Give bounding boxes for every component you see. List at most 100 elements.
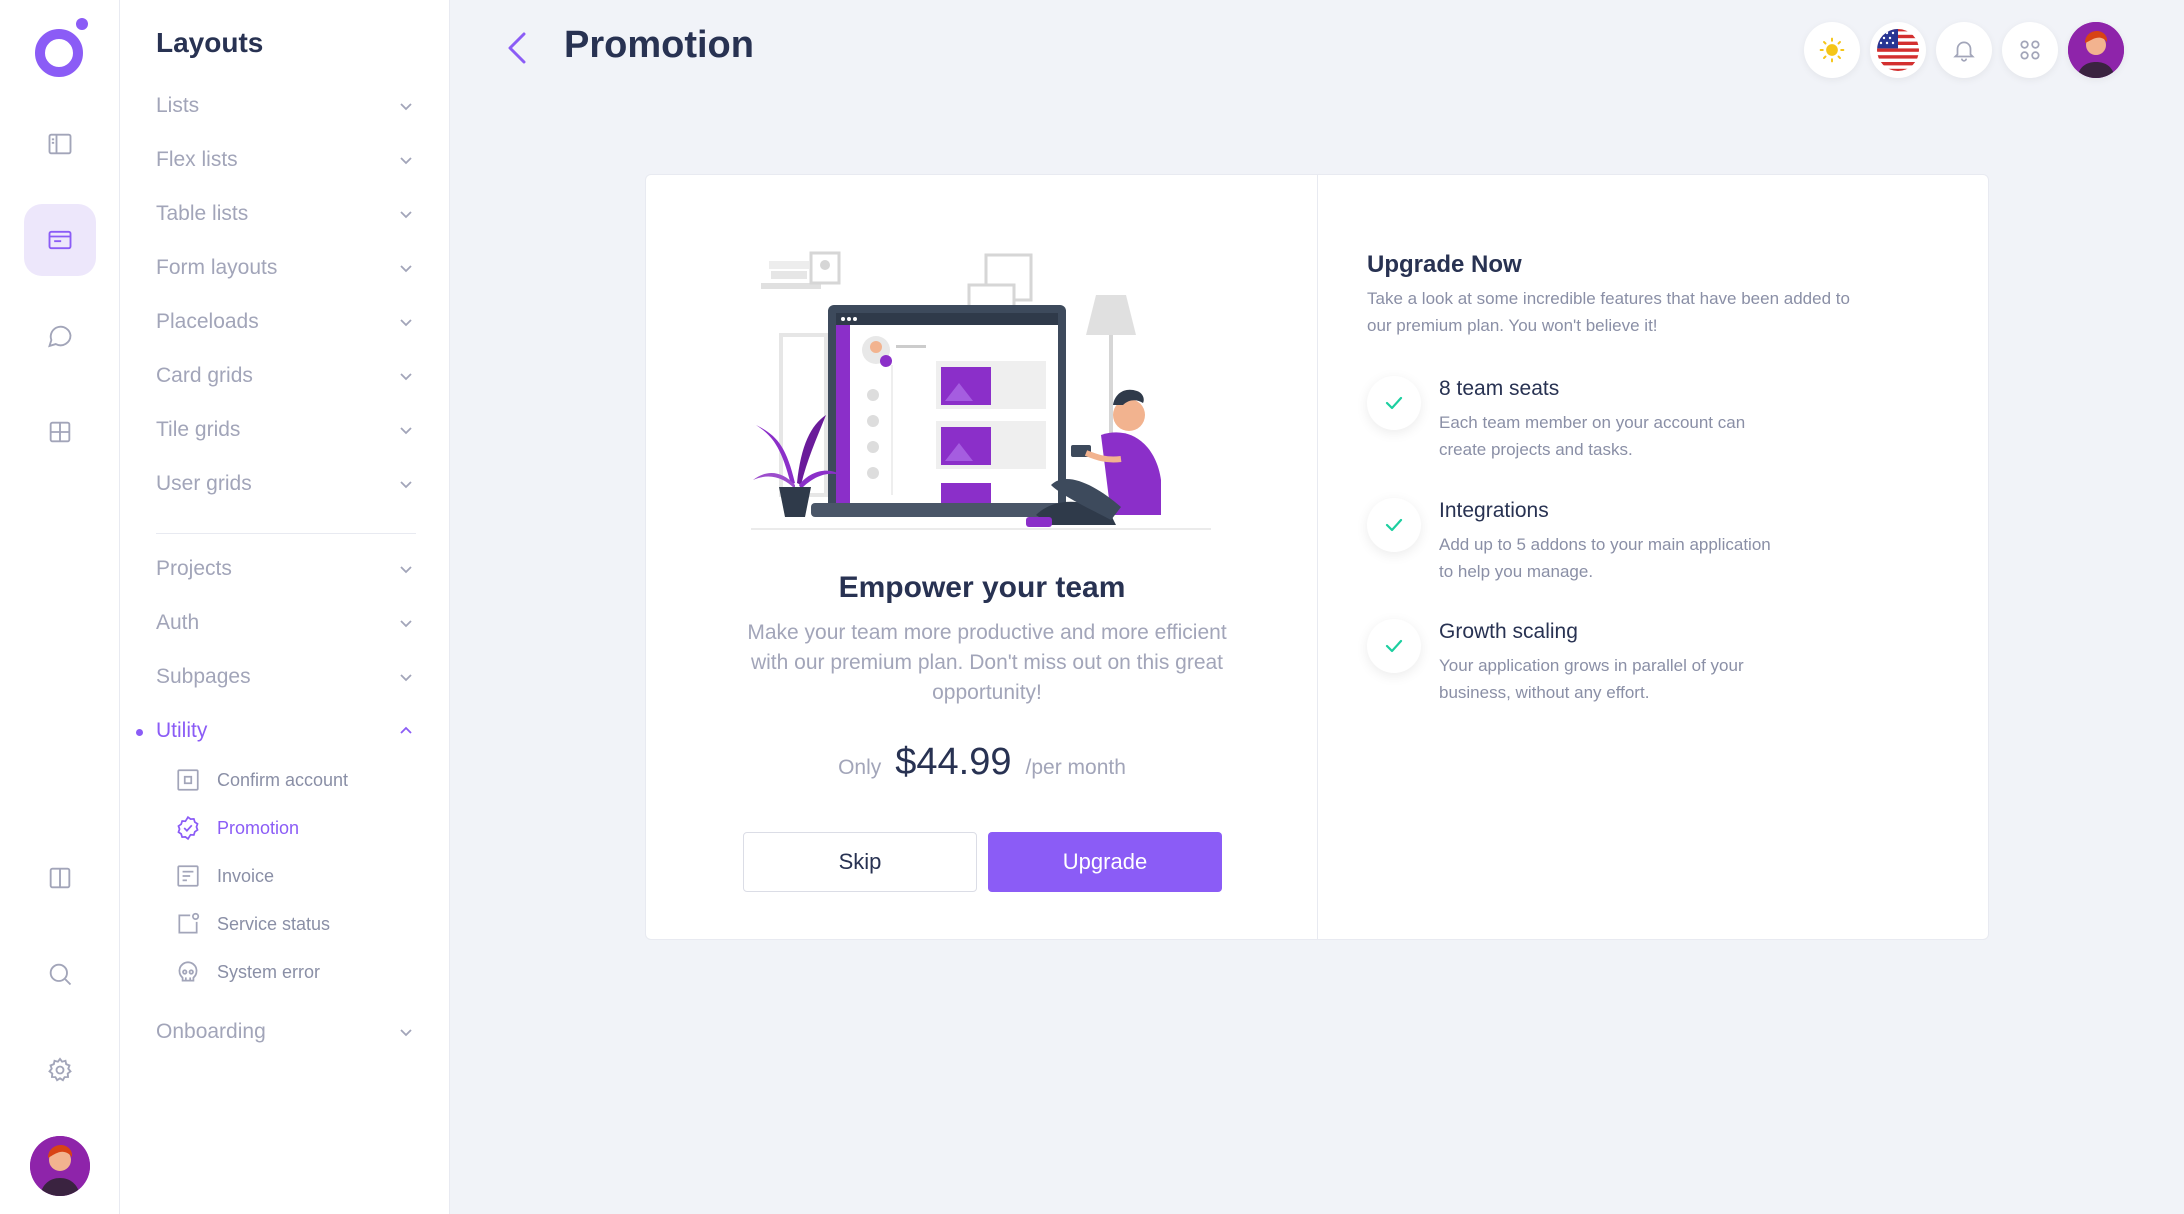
chevron-down-icon [400, 103, 412, 111]
menu-divider [156, 533, 416, 534]
chevron-down-icon [400, 674, 412, 682]
upgrade-title: Upgrade Now [1367, 251, 1522, 278]
layouts-sidebar: Layouts Lists Flex lists Table lists For… [120, 0, 450, 1214]
menu-item-label: Form layouts [156, 256, 278, 279]
price-amount: $44.99 [895, 741, 1012, 783]
user-avatar[interactable] [30, 1136, 90, 1196]
bell-icon [1953, 41, 1975, 62]
menu-item-projects[interactable]: Projects [156, 549, 416, 589]
settings-icon[interactable] [24, 1034, 96, 1106]
sidebar-item-confirm-account[interactable]: Confirm account [175, 763, 348, 797]
promotion-panel: Empower your team Make your team more pr… [646, 175, 1318, 939]
menu-item-label: Auth [156, 611, 200, 634]
feature-item: 8 team seats Each team member on your ac… [1367, 376, 1887, 466]
menu-item-utility[interactable]: Utility [156, 711, 416, 751]
sidebar-item-promotion[interactable]: Promotion [175, 811, 299, 845]
upgrade-subtitle: Take a look at some incredible features … [1367, 289, 1850, 335]
messages-icon[interactable] [24, 300, 96, 372]
notifications-button[interactable] [1936, 22, 1992, 78]
sidebar-item-system-error[interactable]: System error [175, 955, 320, 989]
menu-item-label: Tile grids [156, 418, 241, 441]
us-flag-icon [1877, 29, 1919, 71]
sidebar-item-invoice[interactable]: Invoice [175, 859, 274, 893]
price-prefix: Only [838, 756, 882, 779]
feature-title: Growth scaling [1439, 620, 1578, 643]
feature-title: 8 team seats [1439, 377, 1560, 400]
service-status-icon [178, 912, 200, 934]
chevron-down-icon [400, 319, 412, 327]
back-arrow-icon[interactable] [500, 28, 536, 68]
sun-icon [1819, 37, 1845, 63]
menu-item-card-grids[interactable]: Card grids [156, 356, 416, 396]
icon-rail [0, 0, 120, 1214]
chevron-down-icon [400, 620, 412, 628]
apps-button[interactable] [2002, 22, 2058, 78]
chevron-down-icon [400, 157, 412, 165]
menu-item-form-layouts[interactable]: Form layouts [156, 248, 416, 288]
sidebar-item-label: Invoice [217, 865, 275, 886]
menu-item-label: Lists [156, 94, 200, 117]
menu-item-user-grids[interactable]: User grids [156, 464, 416, 504]
system-error-icon [178, 961, 198, 982]
check-icon [1367, 619, 1421, 673]
active-group-dot [136, 729, 143, 736]
feature-description: Your application grows in parallel of yo… [1439, 656, 1744, 702]
upgrade-button[interactable]: Upgrade [988, 832, 1222, 892]
menu-item-table-lists[interactable]: Table lists [156, 194, 416, 234]
menu-item-label: Card grids [156, 364, 253, 387]
sidebar-item-label: Promotion [217, 817, 300, 838]
chevron-up-icon [400, 726, 412, 734]
layouts-icon[interactable] [24, 204, 96, 276]
menu-item-label: Utility [156, 719, 208, 742]
confirm-account-icon [177, 769, 199, 791]
feature-item: Growth scaling Your application grows in… [1367, 619, 1887, 709]
sidebar-toggle-icon[interactable] [24, 108, 96, 180]
sidebar-item-service-status[interactable]: Service status [175, 907, 330, 941]
promo-heading: Empower your team [838, 571, 1126, 604]
menu-item-label: Flex lists [156, 148, 238, 171]
menu-item-flex-lists[interactable]: Flex lists [156, 140, 416, 180]
skip-button[interactable]: Skip [743, 832, 977, 892]
chevron-down-icon [400, 566, 412, 574]
header-avatar[interactable] [2068, 22, 2124, 78]
menu-item-label: User grids [156, 472, 252, 495]
chevron-down-icon [400, 373, 412, 381]
menu-item-label: Subpages [156, 665, 251, 688]
search-icon[interactable] [24, 938, 96, 1010]
check-icon [1367, 376, 1421, 430]
price-period: /per month [1025, 756, 1126, 779]
sidebar-item-label: Service status [217, 913, 331, 934]
theme-toggle-button[interactable] [1804, 22, 1860, 78]
menu-item-lists[interactable]: Lists [156, 86, 416, 126]
sidebar-item-label: System error [217, 961, 321, 982]
menu-item-label: Placeloads [156, 310, 259, 333]
chevron-down-icon [400, 481, 412, 489]
promotion-badge-icon [177, 815, 199, 841]
sidebar-item-label: Confirm account [217, 769, 349, 790]
promo-description: Make your team more productive and more … [747, 621, 1227, 704]
check-icon [1367, 498, 1421, 552]
feature-description: Add up to 5 addons to your main applicat… [1439, 535, 1771, 581]
menu-item-subpages[interactable]: Subpages [156, 657, 416, 697]
menu-item-label: Table lists [156, 202, 249, 225]
team-illustration [751, 251, 1211, 530]
language-button[interactable] [1870, 22, 1926, 78]
feature-title: Integrations [1439, 499, 1549, 522]
chevron-down-icon [400, 211, 412, 219]
menu-item-onboarding[interactable]: Onboarding [156, 1012, 416, 1052]
menu-item-placeloads[interactable]: Placeloads [156, 302, 416, 342]
invoice-icon [177, 865, 199, 887]
app-logo[interactable] [31, 17, 91, 81]
menu-item-tile-grids[interactable]: Tile grids [156, 410, 416, 450]
menu-item-label: Onboarding [156, 1020, 266, 1043]
sidebar-title: Layouts [156, 27, 264, 58]
chevron-down-icon [400, 427, 412, 435]
grid-icon[interactable] [24, 396, 96, 468]
menu-item-label: Projects [156, 557, 232, 580]
apps-grid-icon [2020, 40, 2040, 60]
columns-icon[interactable] [24, 842, 96, 914]
menu-item-auth[interactable]: Auth [156, 603, 416, 643]
chevron-down-icon [400, 1029, 412, 1037]
feature-description: Each team member on your account can cre… [1439, 413, 1746, 459]
promotion-card: Empower your team Make your team more pr… [645, 174, 1989, 940]
